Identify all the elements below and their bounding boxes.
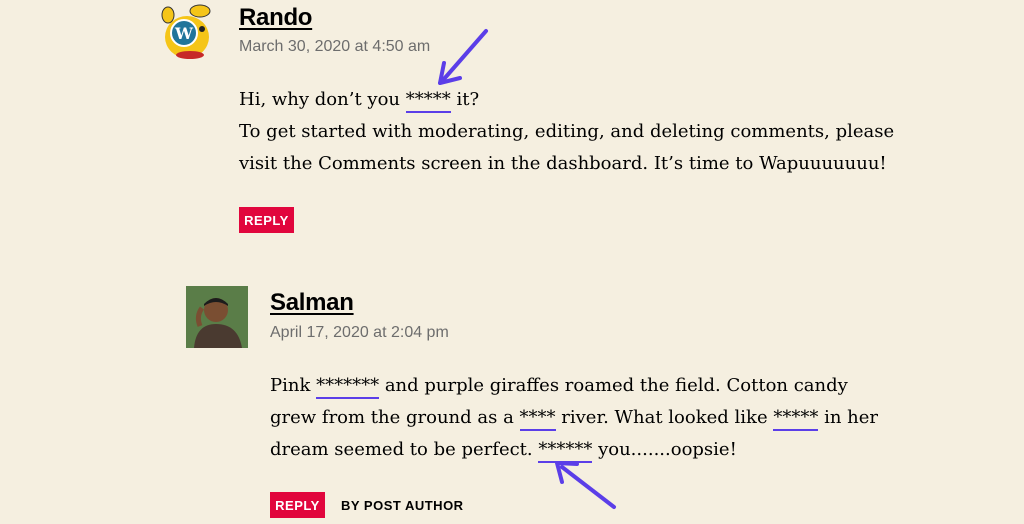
censored-word: *******	[316, 375, 380, 399]
comment-line: Pink ******* and purple giraffes roamed …	[270, 370, 878, 402]
reply-button[interactable]: REPLY	[270, 492, 325, 518]
censored-word: ****	[519, 407, 556, 431]
comment-author-name[interactable]: Salman	[270, 289, 354, 317]
comment-date[interactable]: April 17, 2020 at 2:04 pm	[270, 324, 449, 342]
svg-text:W: W	[174, 24, 194, 43]
annotation-arrow-2-icon	[555, 461, 616, 509]
comment-line: Hi, why don’t you ***** it?	[239, 84, 894, 116]
reply-button[interactable]: REPLY	[239, 207, 294, 233]
post-author-badge: BY POST AUTHOR	[341, 498, 464, 513]
comment-1: W Rando March 30, 2020 at 4:50 am Hi, wh…	[0, 0, 1024, 250]
censored-word: *****	[773, 407, 819, 431]
comment-author-name[interactable]: Rando	[239, 4, 312, 32]
comment-line: To get started with moderating, editing,…	[239, 121, 895, 142]
avatar-wapuu-icon: W	[160, 3, 214, 61]
comment-line: grew from the ground as a **** river. Wh…	[270, 402, 878, 434]
comment-body: Pink ******* and purple giraffes roamed …	[270, 370, 878, 466]
avatar-photo	[186, 286, 248, 348]
comment-line: visit the Comments screen in the dashboa…	[239, 153, 887, 174]
annotation-arrow-1-icon	[438, 29, 488, 85]
comment-2: Salman April 17, 2020 at 2:04 pm Pink **…	[0, 270, 1024, 524]
comment-date[interactable]: March 30, 2020 at 4:50 am	[239, 38, 430, 56]
comment-body: Hi, why don’t you ***** it? To get start…	[239, 84, 894, 180]
